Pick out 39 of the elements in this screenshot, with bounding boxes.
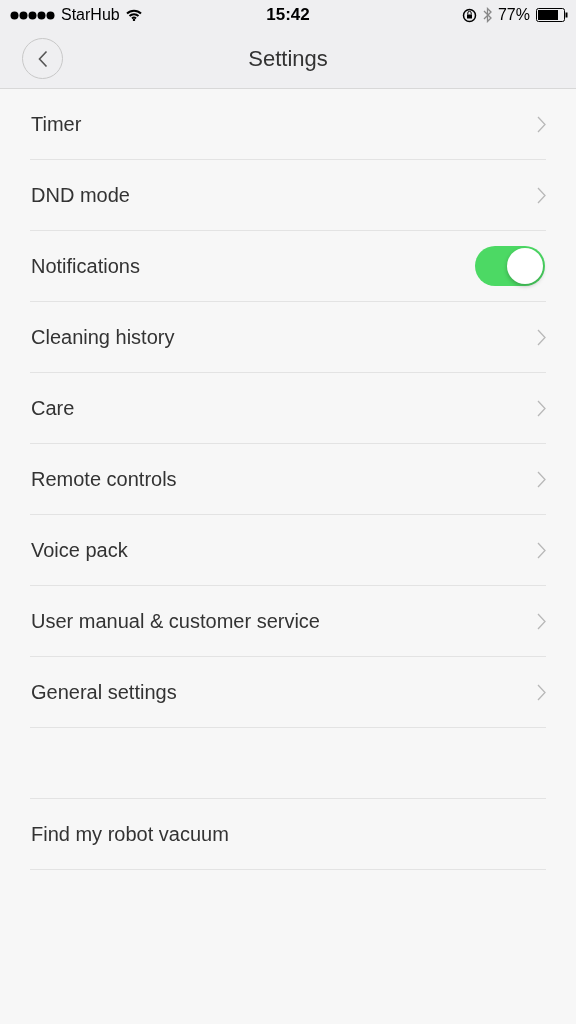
settings-row[interactable]: DND mode xyxy=(30,160,546,231)
row-label: Voice pack xyxy=(31,538,128,562)
toggle-switch[interactable] xyxy=(475,246,545,286)
bluetooth-icon xyxy=(482,7,492,23)
settings-row[interactable]: Cleaning history xyxy=(30,302,546,373)
back-chevron-icon xyxy=(37,49,48,68)
clock-time: 15:42 xyxy=(266,5,310,25)
row-label: Notifications xyxy=(31,254,140,278)
chevron-icon xyxy=(537,399,546,417)
row-label: Find my robot vacuum xyxy=(31,822,229,846)
settings-row[interactable]: User manual & customer service xyxy=(30,586,546,657)
settings-row[interactable]: Care xyxy=(30,373,546,444)
carrier-name: StarHub xyxy=(61,6,120,24)
battery-percent: 77% xyxy=(497,6,530,24)
row-label: DND mode xyxy=(31,183,130,207)
settings-row[interactable]: Timer xyxy=(30,89,546,160)
row-label: General settings xyxy=(31,680,177,704)
chevron-icon xyxy=(537,115,546,133)
settings-row[interactable]: General settings xyxy=(30,657,546,728)
page-title: Settings xyxy=(248,46,328,72)
wifi-icon xyxy=(125,9,142,21)
chevron-icon xyxy=(537,541,546,559)
signal-icon xyxy=(10,10,55,20)
chevron-icon xyxy=(537,328,546,346)
settings-row[interactable]: Remote controls xyxy=(30,444,546,515)
chevron-icon xyxy=(537,186,546,204)
chevron-icon xyxy=(537,470,546,488)
chevron-icon xyxy=(537,683,546,701)
battery-icon xyxy=(536,8,568,22)
row-label: Care xyxy=(31,396,75,420)
rotation-lock-icon xyxy=(461,7,477,23)
row-label: User manual & customer service xyxy=(31,609,320,633)
row-label: Timer xyxy=(31,112,82,136)
row-label: Cleaning history xyxy=(31,325,175,349)
settings-row[interactable]: Find my robot vacuum xyxy=(30,799,546,870)
row-label: Remote controls xyxy=(31,467,177,491)
settings-row[interactable]: Notifications xyxy=(30,231,546,302)
settings-row[interactable]: Voice pack xyxy=(30,515,546,586)
chevron-icon xyxy=(537,612,546,630)
